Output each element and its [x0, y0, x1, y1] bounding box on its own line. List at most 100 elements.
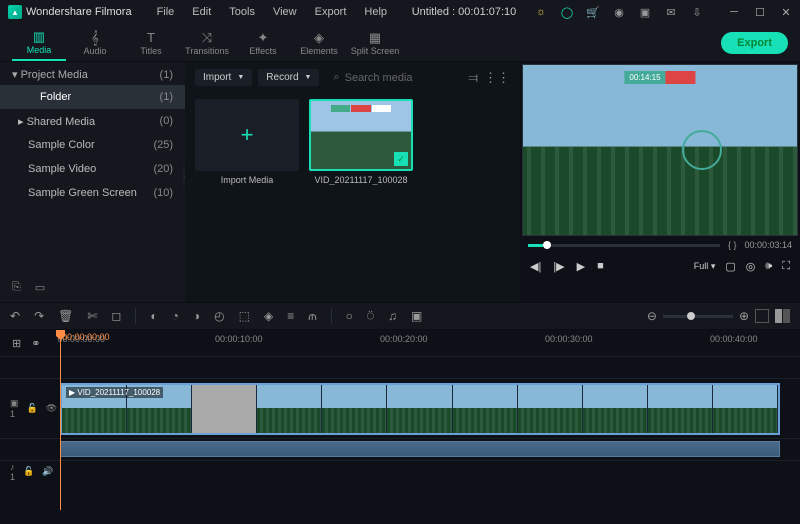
close-button[interactable]: ✕ [780, 6, 792, 19]
undo-icon[interactable]: ↶ [10, 309, 20, 323]
greenscreen-icon[interactable]: ◑ [193, 309, 200, 323]
mixer-icon[interactable]: ♫ [388, 309, 397, 323]
audio-track[interactable]: ♪ 1 🔓 🔊 [0, 460, 800, 482]
lock-icon[interactable]: 🔓 [27, 403, 38, 414]
globe-icon[interactable]: ◉ [612, 5, 626, 19]
tab-effects[interactable]: ✦Effects [236, 25, 290, 61]
sidebar-item-shared[interactable]: ▸ Shared Media(0) [0, 109, 185, 133]
audio-clip[interactable] [60, 441, 780, 457]
app-name: Wondershare Filmora [26, 6, 132, 18]
lock-icon[interactable]: 🔓 [23, 466, 34, 477]
filter-icon[interactable]: ⫤ [468, 70, 478, 86]
delete-icon[interactable]: 🗑 [58, 309, 73, 323]
timeline-ruler[interactable]: ⊞⚭ 00:00:00:00 00:00:10:00 00:00:20:00 0… [0, 330, 800, 356]
media-sidebar: ▾ Project Media(1) Folder(1) ▸ Shared Me… [0, 62, 185, 302]
menu-view[interactable]: View [266, 6, 304, 18]
crop-icon[interactable]: ◻ [111, 309, 121, 323]
step-back-button[interactable]: |▶ [553, 260, 564, 273]
redo-icon[interactable]: ↷ [34, 309, 44, 323]
menu-file[interactable]: File [150, 6, 182, 18]
tab-media[interactable]: ▥Media [12, 25, 66, 61]
lightbulb-icon[interactable]: ☼ [534, 5, 548, 19]
sidebar-item-sample-video[interactable]: Sample Video(20) [0, 157, 185, 181]
timeline: 00:00:00:00 ⊞⚭ 00:00:00:00 00:00:10:00 0… [0, 330, 800, 524]
color-icon[interactable]: ◔ [172, 309, 179, 323]
project-title: Untitled : 00:01:07:10 [398, 6, 530, 18]
quality-dropdown[interactable]: Full ▾ [694, 261, 716, 272]
headphones-icon[interactable]: ◯ [560, 5, 574, 19]
playhead-time: 00:00:00:00 [62, 332, 110, 342]
menu-export[interactable]: Export [308, 6, 354, 18]
new-folder-icon[interactable]: ⎘ [12, 281, 21, 294]
selected-check-icon: ✓ [394, 152, 408, 166]
display-icon[interactable]: ▢ [725, 260, 735, 273]
audio-link-track[interactable] [0, 438, 800, 460]
search-icon: ⌕ [333, 71, 339, 84]
link-icon[interactable]: ⚭ [31, 337, 40, 350]
cart-icon[interactable]: 🛒 [586, 5, 600, 19]
record-dropdown[interactable]: Record▼ [258, 69, 319, 86]
panel-layout-icon[interactable] [775, 309, 790, 323]
tab-elements[interactable]: ◈Elements [292, 25, 346, 61]
menu-tools[interactable]: Tools [222, 6, 262, 18]
zoom-in-icon[interactable]: ⊕ [739, 309, 749, 323]
tab-audio[interactable]: 𝄞Audio [68, 25, 122, 61]
video-track[interactable]: ▣ 1🔓👁 ▶ VID_20211117_100028 [0, 378, 800, 438]
voiceover-icon[interactable]: ⍥ [367, 309, 374, 324]
folder-icon[interactable]: ▭ [35, 281, 45, 294]
import-dropdown[interactable]: Import▼ [195, 69, 252, 86]
cut-icon[interactable]: ✄ [87, 309, 97, 323]
save-icon[interactable]: ▣ [638, 5, 652, 19]
sidebar-item-sample-color[interactable]: Sample Color(25) [0, 133, 185, 157]
sidebar-item-folder[interactable]: Folder(1) [0, 85, 185, 109]
mic-icon[interactable]: ⇩ [690, 5, 704, 19]
mail-icon[interactable]: ✉ [664, 5, 678, 19]
import-media-tile[interactable]: + Import Media [195, 99, 299, 185]
track-add-icon[interactable]: ⊞ [12, 337, 21, 350]
titlebar: ▲ Wondershare Filmora File Edit Tools Vi… [0, 0, 800, 24]
eye-icon[interactable]: 👁 [46, 403, 57, 414]
menu-edit[interactable]: Edit [185, 6, 218, 18]
speaker-icon[interactable]: 🔊 [42, 466, 53, 477]
render-icon[interactable]: ▣ [411, 309, 422, 323]
adjust-icon[interactable]: ≡ [287, 309, 294, 323]
marker-icon[interactable]: ○ [346, 309, 353, 323]
maximize-button[interactable]: ☐ [754, 6, 766, 19]
fullscreen-icon[interactable]: ⛶ [782, 260, 790, 273]
export-button[interactable]: Export [721, 32, 788, 54]
snapshot-icon[interactable]: ◎ [746, 260, 756, 273]
zoom-out-icon[interactable]: ⊖ [647, 309, 657, 323]
preview-viewport[interactable]: 00:14:15 [522, 64, 798, 236]
zoom-slider[interactable] [663, 315, 733, 318]
sidebar-item-sample-green[interactable]: Sample Green Screen(10) [0, 181, 185, 205]
volume-icon[interactable]: 🕪 [765, 260, 772, 273]
grid-view-icon[interactable]: ⋮⋮ [484, 70, 510, 86]
sidebar-header[interactable]: ▾ Project Media(1) [0, 64, 185, 85]
detect-icon[interactable]: ⬚ [239, 309, 250, 323]
minimize-button[interactable]: ─ [728, 6, 740, 19]
timecode: 00:00:03:14 [744, 240, 792, 250]
audio-adjust-icon[interactable]: ⫙ [308, 309, 316, 324]
media-browser: Import▼ Record▼ ⌕Search media ⫤ ⋮⋮ + Imp… [185, 62, 520, 302]
tab-titles[interactable]: TTitles [124, 25, 178, 61]
zoom-fit-icon[interactable] [755, 309, 769, 323]
preview-scrubber[interactable] [528, 244, 720, 247]
playhead[interactable] [60, 330, 61, 510]
search-input[interactable]: ⌕Search media [325, 68, 462, 87]
stop-button[interactable]: ■ [597, 260, 604, 272]
tab-split-screen[interactable]: ▦Split Screen [348, 25, 402, 61]
speed-icon[interactable]: ◐ [150, 309, 157, 323]
main-tabs: ▥Media 𝄞Audio TTitles ⤨Transitions ✦Effe… [0, 24, 800, 62]
media-clip[interactable]: ✓ VID_20211117_100028 [309, 99, 413, 185]
timer-icon[interactable]: ◴ [214, 309, 224, 323]
plus-icon: + [241, 122, 254, 148]
prev-frame-button[interactable]: ◀| [530, 260, 541, 273]
play-button[interactable]: ▶ [577, 260, 585, 273]
video-clip[interactable]: ▶ VID_20211117_100028 [60, 383, 780, 435]
menu-help[interactable]: Help [357, 6, 394, 18]
preview-panel: 00:14:15 { } 00:00:03:14 ◀| |▶ ▶ ■ Full … [520, 62, 800, 302]
track-label: ♪ 1 [10, 462, 15, 482]
spacer-track [0, 356, 800, 378]
tab-transitions[interactable]: ⤨Transitions [180, 25, 234, 61]
keyframe-icon[interactable]: ◈ [264, 309, 273, 323]
